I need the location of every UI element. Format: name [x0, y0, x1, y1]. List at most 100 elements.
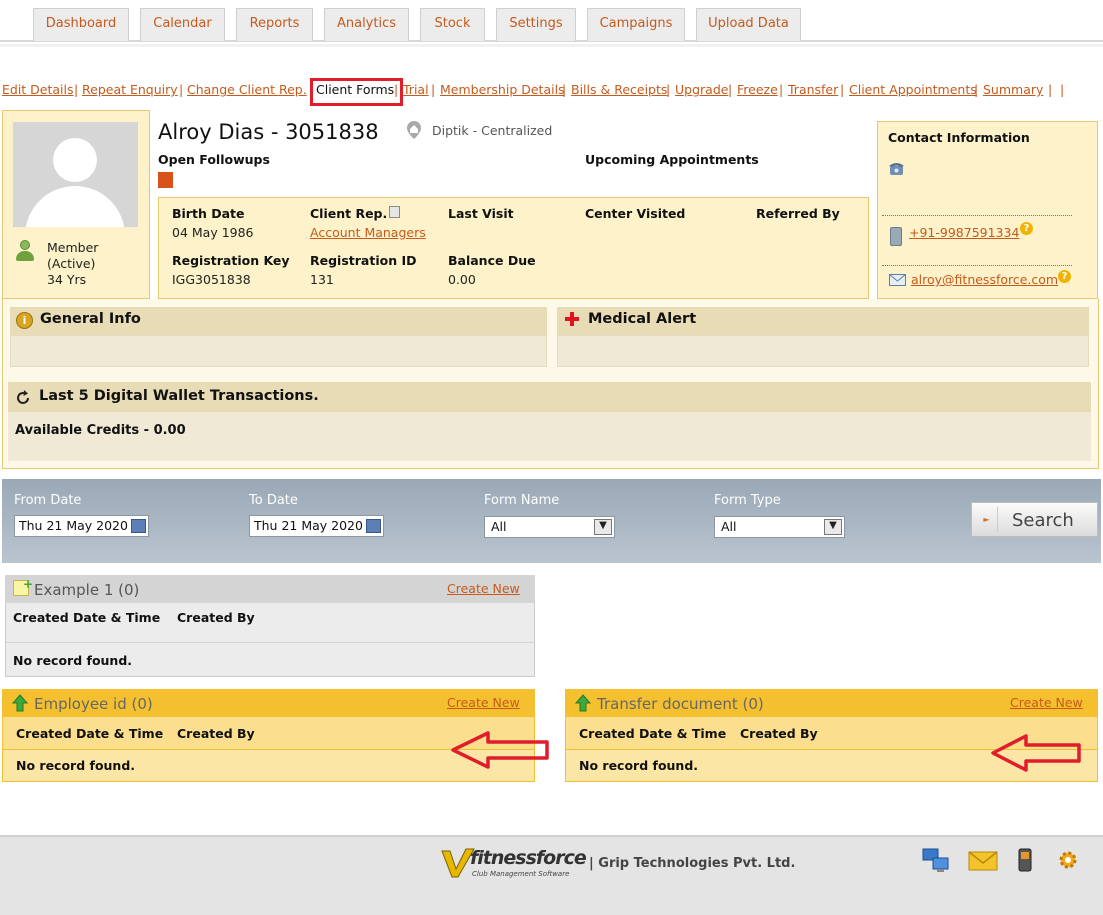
member-type: Member — [47, 240, 99, 255]
tab-calendar[interactable]: Calendar — [140, 8, 225, 41]
center-visited-label: Center Visited — [585, 206, 686, 221]
wallet-title: Last 5 Digital Wallet Transactions. — [39, 388, 319, 404]
client-rep-link[interactable]: Account Managers — [310, 225, 426, 240]
birth-date-label: Birth Date — [172, 206, 245, 221]
help-icon[interactable]: ? — [1020, 222, 1033, 235]
remote-desktop-icon[interactable] — [921, 846, 951, 876]
column-created-by: Created By — [177, 726, 255, 741]
registration-id-value: 131 — [310, 272, 334, 287]
divider — [0, 44, 1103, 47]
empty-message: No record found. — [13, 653, 133, 668]
medical-cross-icon — [564, 311, 580, 327]
logo-subtitle: Club Management Software — [472, 870, 570, 878]
mobile-phone-icon[interactable] — [1018, 848, 1032, 872]
form-type-select[interactable]: All ▼ — [714, 516, 845, 538]
member-state: (Active) — [47, 256, 96, 271]
link-membership-details[interactable]: Membership Details — [440, 82, 565, 97]
link-transfer[interactable]: Transfer — [788, 82, 838, 97]
create-new-transfer[interactable]: Create New — [1010, 695, 1083, 710]
form-name-select[interactable]: All ▼ — [484, 516, 615, 538]
available-credits: Available Credits - 0.00 — [15, 423, 186, 438]
contact-title: Contact Information — [888, 130, 1030, 145]
tab-dashboard[interactable]: Dashboard — [33, 8, 129, 41]
tab-stock[interactable]: Stock — [420, 8, 485, 41]
link-edit-details[interactable]: Edit Details — [2, 82, 74, 97]
separator: | — [840, 82, 845, 97]
chevron-down-icon[interactable]: ▼ — [594, 519, 612, 535]
up-arrow-icon — [11, 694, 29, 712]
link-freeze[interactable]: Freeze — [737, 82, 778, 97]
followup-color-box — [158, 172, 173, 188]
gear-icon[interactable] — [1057, 849, 1079, 871]
last-visit-label: Last Visit — [448, 206, 514, 221]
create-new-example[interactable]: Create New — [447, 581, 520, 596]
divider — [882, 215, 1072, 216]
tab-settings[interactable]: Settings — [496, 8, 576, 41]
column-created-by: Created By — [177, 610, 255, 625]
separator: | — [1060, 82, 1065, 97]
referred-by-label: Referred By — [756, 206, 840, 221]
logo-text: fitnessforce — [470, 847, 587, 869]
separator: | — [666, 82, 671, 97]
help-icon[interactable]: ? — [1058, 270, 1071, 283]
avatar-body — [25, 186, 125, 227]
tab-campaigns[interactable]: Campaigns — [587, 8, 685, 41]
email-icon — [889, 274, 906, 286]
separator: | — [728, 82, 733, 97]
link-bills-receipts[interactable]: Bills & Receipts — [571, 82, 667, 97]
client-action-links: Edit Details | Repeat Enquiry | Change C… — [0, 82, 1103, 102]
empty-message: No record found. — [16, 758, 136, 773]
link-summary[interactable]: Summary — [983, 82, 1043, 97]
note-icon: + — [13, 577, 33, 596]
phone-link[interactable]: +91-9987591334 — [909, 225, 1019, 240]
medical-alert-body — [557, 335, 1089, 367]
client-name: Alroy Dias - 3051838 — [158, 120, 379, 144]
search-button[interactable]: ► Search — [971, 502, 1098, 537]
calendar-icon[interactable] — [131, 519, 146, 533]
edit-icon[interactable] — [389, 206, 400, 218]
column-created-date: Created Date & Time — [579, 726, 727, 741]
mobile-icon — [890, 227, 902, 246]
tab-upload-data[interactable]: Upload Data — [696, 8, 801, 41]
search-button-label: Search — [1012, 510, 1074, 531]
link-upgrade[interactable]: Upgrade — [675, 82, 728, 97]
link-change-client-rep[interactable]: Change Client Rep. — [187, 82, 307, 97]
balance-due-value: 0.00 — [448, 272, 476, 287]
form-title-example: Example 1 (0) — [34, 581, 140, 599]
form-title-employee: Employee id (0) — [34, 695, 153, 713]
tab-analytics[interactable]: Analytics — [324, 8, 409, 41]
link-client-appointments[interactable]: Client Appointments — [849, 82, 977, 97]
client-rep-label: Client Rep. — [310, 206, 388, 221]
to-date-input[interactable]: Thu 21 May 2020 — [249, 515, 384, 537]
fitnessforce-logo: fitnessforce Club Management Software — [440, 847, 587, 883]
open-followups-label: Open Followups — [158, 152, 270, 167]
separator: | — [562, 82, 567, 97]
separator: | — [779, 82, 784, 97]
from-date-value: Thu 21 May 2020 — [19, 518, 128, 533]
email-link[interactable]: alroy@fitnessforce.com — [911, 272, 1058, 287]
birth-date-value: 04 May 1986 — [172, 225, 254, 240]
form-type-label: Form Type — [714, 493, 781, 508]
link-trial[interactable]: Trial — [403, 82, 429, 97]
member-status-icon — [16, 240, 34, 262]
company-name: | Grip Technologies Pvt. Ltd. — [589, 856, 796, 871]
separator: | — [74, 82, 79, 97]
mail-icon[interactable] — [968, 851, 998, 871]
up-arrow-icon — [574, 694, 592, 712]
top-navigation: Dashboard Calendar Reports Analytics Sto… — [0, 0, 1103, 42]
calendar-icon[interactable] — [366, 519, 381, 533]
from-date-input[interactable]: Thu 21 May 2020 — [14, 515, 149, 537]
link-repeat-enquiry[interactable]: Repeat Enquiry — [82, 82, 178, 97]
refresh-icon[interactable] — [14, 389, 32, 407]
create-new-employee[interactable]: Create New — [447, 695, 520, 710]
avatar-head — [53, 138, 97, 182]
chevron-down-icon[interactable]: ▼ — [824, 519, 842, 535]
balance-due-label: Balance Due — [448, 253, 536, 268]
telephone-icon — [888, 160, 905, 176]
form-name-value: All — [491, 519, 507, 534]
general-info-title: General Info — [40, 311, 141, 327]
tab-reports[interactable]: Reports — [236, 8, 313, 41]
red-arrow-icon — [450, 730, 550, 770]
form-type-value: All — [721, 519, 737, 534]
registration-key-value: IGG3051838 — [172, 272, 251, 287]
